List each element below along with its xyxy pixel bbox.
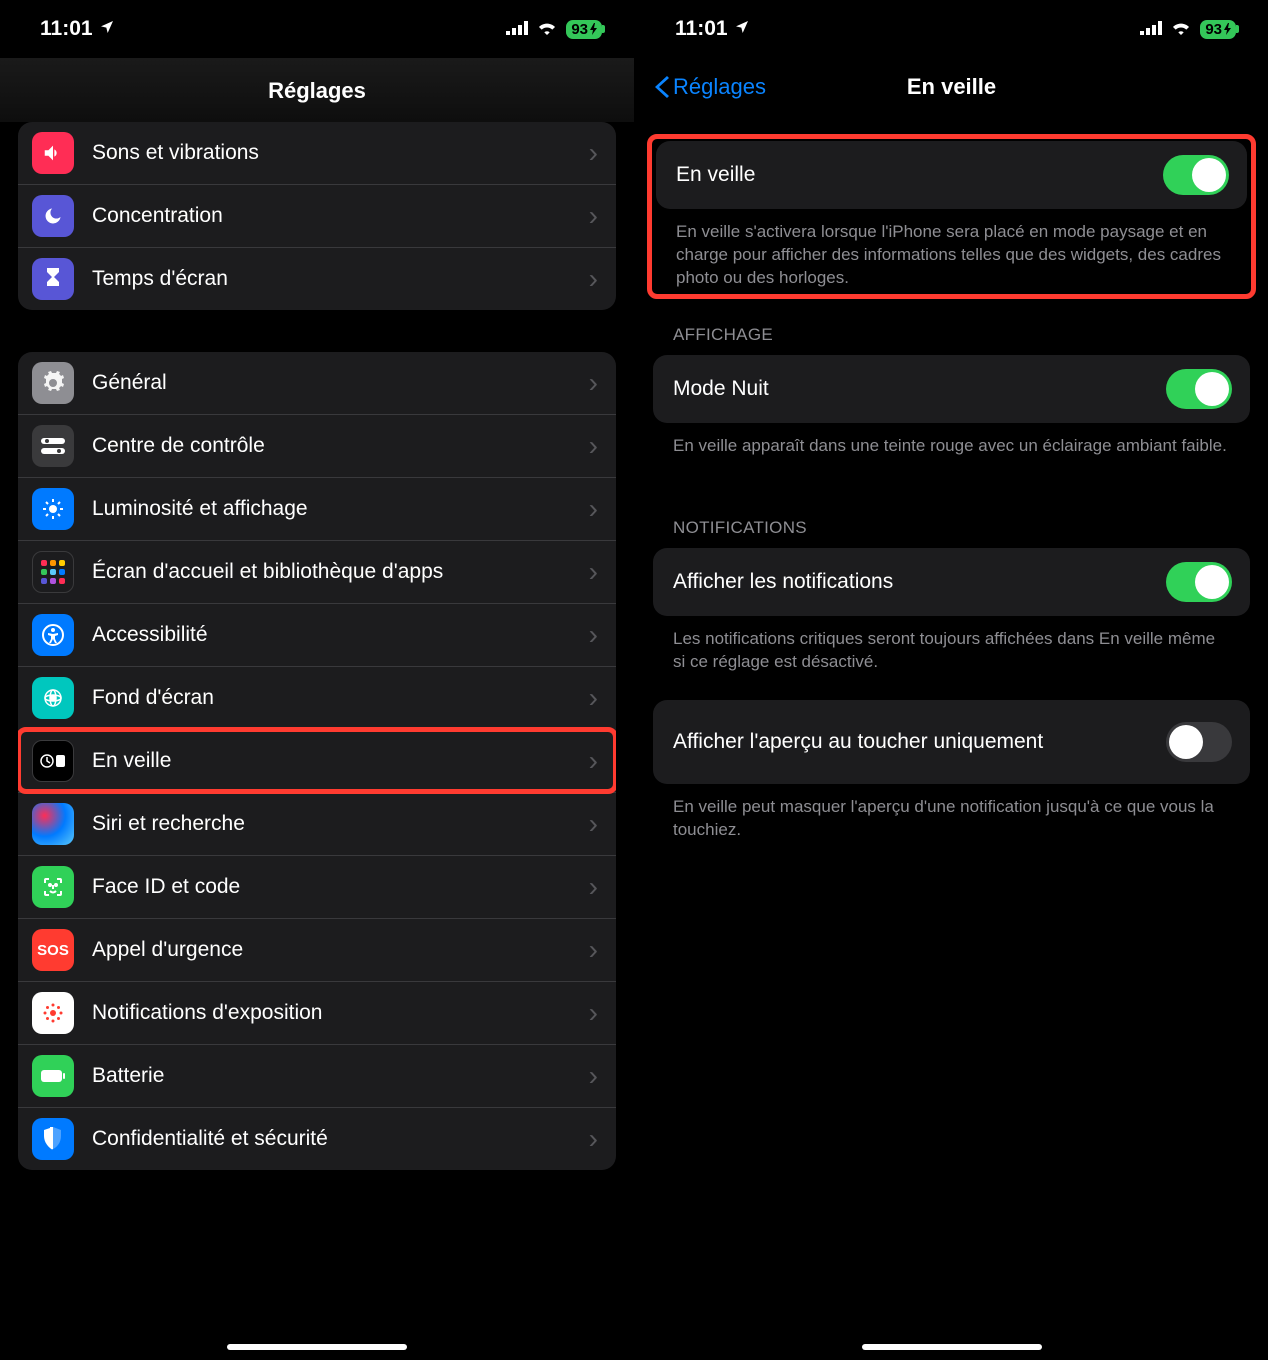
standby-footer: En veille s'activera lorsque l'iPhone se… [656,209,1247,290]
page-header: Réglages [0,58,634,122]
chevron-right-icon: › [589,619,598,651]
control-center-icon [32,425,74,467]
home-indicator[interactable] [227,1344,407,1350]
row-ecran-accueil[interactable]: Écran d'accueil et bibliothèque d'apps › [18,540,616,603]
chevron-right-icon: › [589,137,598,169]
row-notifications-exposition[interactable]: Notifications d'exposition › [18,981,616,1044]
chevron-right-icon: › [589,997,598,1029]
chevron-right-icon: › [589,934,598,966]
siri-icon [32,803,74,845]
back-button[interactable]: Réglages [655,74,766,100]
status-time: 11:01 [40,17,93,41]
row-confidentialite[interactable]: Confidentialité et sécurité › [18,1107,616,1170]
row-sons-vibrations[interactable]: Sons et vibrations › [18,122,616,184]
row-face-id[interactable]: Face ID et code › [18,855,616,918]
hourglass-icon [32,258,74,300]
show-notifications-footer: Les notifications critiques seront toujo… [653,616,1250,674]
battery-settings-icon [32,1055,74,1097]
moon-icon [32,195,74,237]
apps-icon [32,551,74,593]
chevron-right-icon: › [589,556,598,588]
row-centre-controle[interactable]: Centre de contrôle › [18,414,616,477]
nav-header: Réglages En veille [635,58,1268,116]
page-title: Réglages [0,78,634,104]
standby-toggle[interactable] [1163,155,1229,195]
location-icon [99,17,115,41]
chevron-right-icon: › [589,367,598,399]
wifi-icon [536,17,558,41]
brightness-icon [32,488,74,530]
row-general[interactable]: Général › [18,352,616,414]
notifications-group-1: Afficher les notifications [653,548,1250,616]
settings-group-1: Sons et vibrations › Concentration › Tem… [18,122,616,310]
highlighted-standby-section: En veille En veille s'activera lorsque l… [647,134,1256,299]
chevron-right-icon: › [589,430,598,462]
display-header: AFFICHAGE [653,325,1250,355]
settings-screen: 11:01 93 Réglages Sons et vibrations › [0,0,634,1360]
battery-icon: 93 [566,20,602,39]
location-icon [734,17,750,41]
status-bar: 11:01 93 [0,0,634,58]
row-night-mode[interactable]: Mode Nuit [653,355,1250,423]
row-show-notifications[interactable]: Afficher les notifications [653,548,1250,616]
row-siri[interactable]: Siri et recherche › [18,792,616,855]
notifications-group-2: Afficher l'aperçu au toucher uniquement [653,700,1250,784]
sound-icon [32,132,74,174]
chevron-right-icon: › [589,1123,598,1155]
gear-icon [32,362,74,404]
display-group: Mode Nuit [653,355,1250,423]
row-batterie[interactable]: Batterie › [18,1044,616,1107]
home-indicator[interactable] [862,1344,1042,1350]
status-time: 11:01 [675,17,728,41]
night-mode-footer: En veille apparaît dans une teinte rouge… [653,423,1250,458]
chevron-right-icon: › [589,200,598,232]
row-temps-ecran[interactable]: Temps d'écran › [18,247,616,310]
standby-icon [32,740,74,782]
row-luminosite[interactable]: Luminosité et affichage › [18,477,616,540]
settings-group-2: Général › Centre de contrôle › Luminosit… [18,352,616,1170]
row-appel-urgence[interactable]: SOS Appel d'urgence › [18,918,616,981]
status-bar: 11:01 93 [635,0,1268,58]
wifi-icon [1170,17,1192,41]
row-preview-touch[interactable]: Afficher l'aperçu au toucher uniquement [653,700,1250,784]
preview-touch-toggle[interactable] [1166,722,1232,762]
notifications-header: NOTIFICATIONS [653,518,1250,548]
battery-icon: 93 [1200,20,1236,39]
standby-settings-screen: 11:01 93 Réglages En veille [634,0,1268,1360]
chevron-right-icon: › [589,263,598,295]
chevron-right-icon: › [589,493,598,525]
sos-icon: SOS [32,929,74,971]
chevron-right-icon: › [589,871,598,903]
chevron-right-icon: › [589,745,598,777]
cellular-icon [506,17,528,41]
chevron-right-icon: › [589,1060,598,1092]
face-id-icon [32,866,74,908]
cellular-icon [1140,17,1162,41]
wallpaper-icon [32,677,74,719]
row-concentration[interactable]: Concentration › [18,184,616,247]
exposure-icon [32,992,74,1034]
chevron-right-icon: › [589,682,598,714]
night-mode-toggle[interactable] [1166,369,1232,409]
row-fond-ecran[interactable]: Fond d'écran › [18,666,616,729]
privacy-icon [32,1118,74,1160]
row-accessibilite[interactable]: Accessibilité › [18,603,616,666]
chevron-right-icon: › [589,808,598,840]
row-en-veille[interactable]: En veille › [18,729,616,792]
standby-group: En veille [656,141,1247,209]
preview-touch-footer: En veille peut masquer l'aperçu d'une no… [653,784,1250,842]
row-standby-toggle[interactable]: En veille [656,141,1247,209]
show-notifications-toggle[interactable] [1166,562,1232,602]
accessibility-icon [32,614,74,656]
